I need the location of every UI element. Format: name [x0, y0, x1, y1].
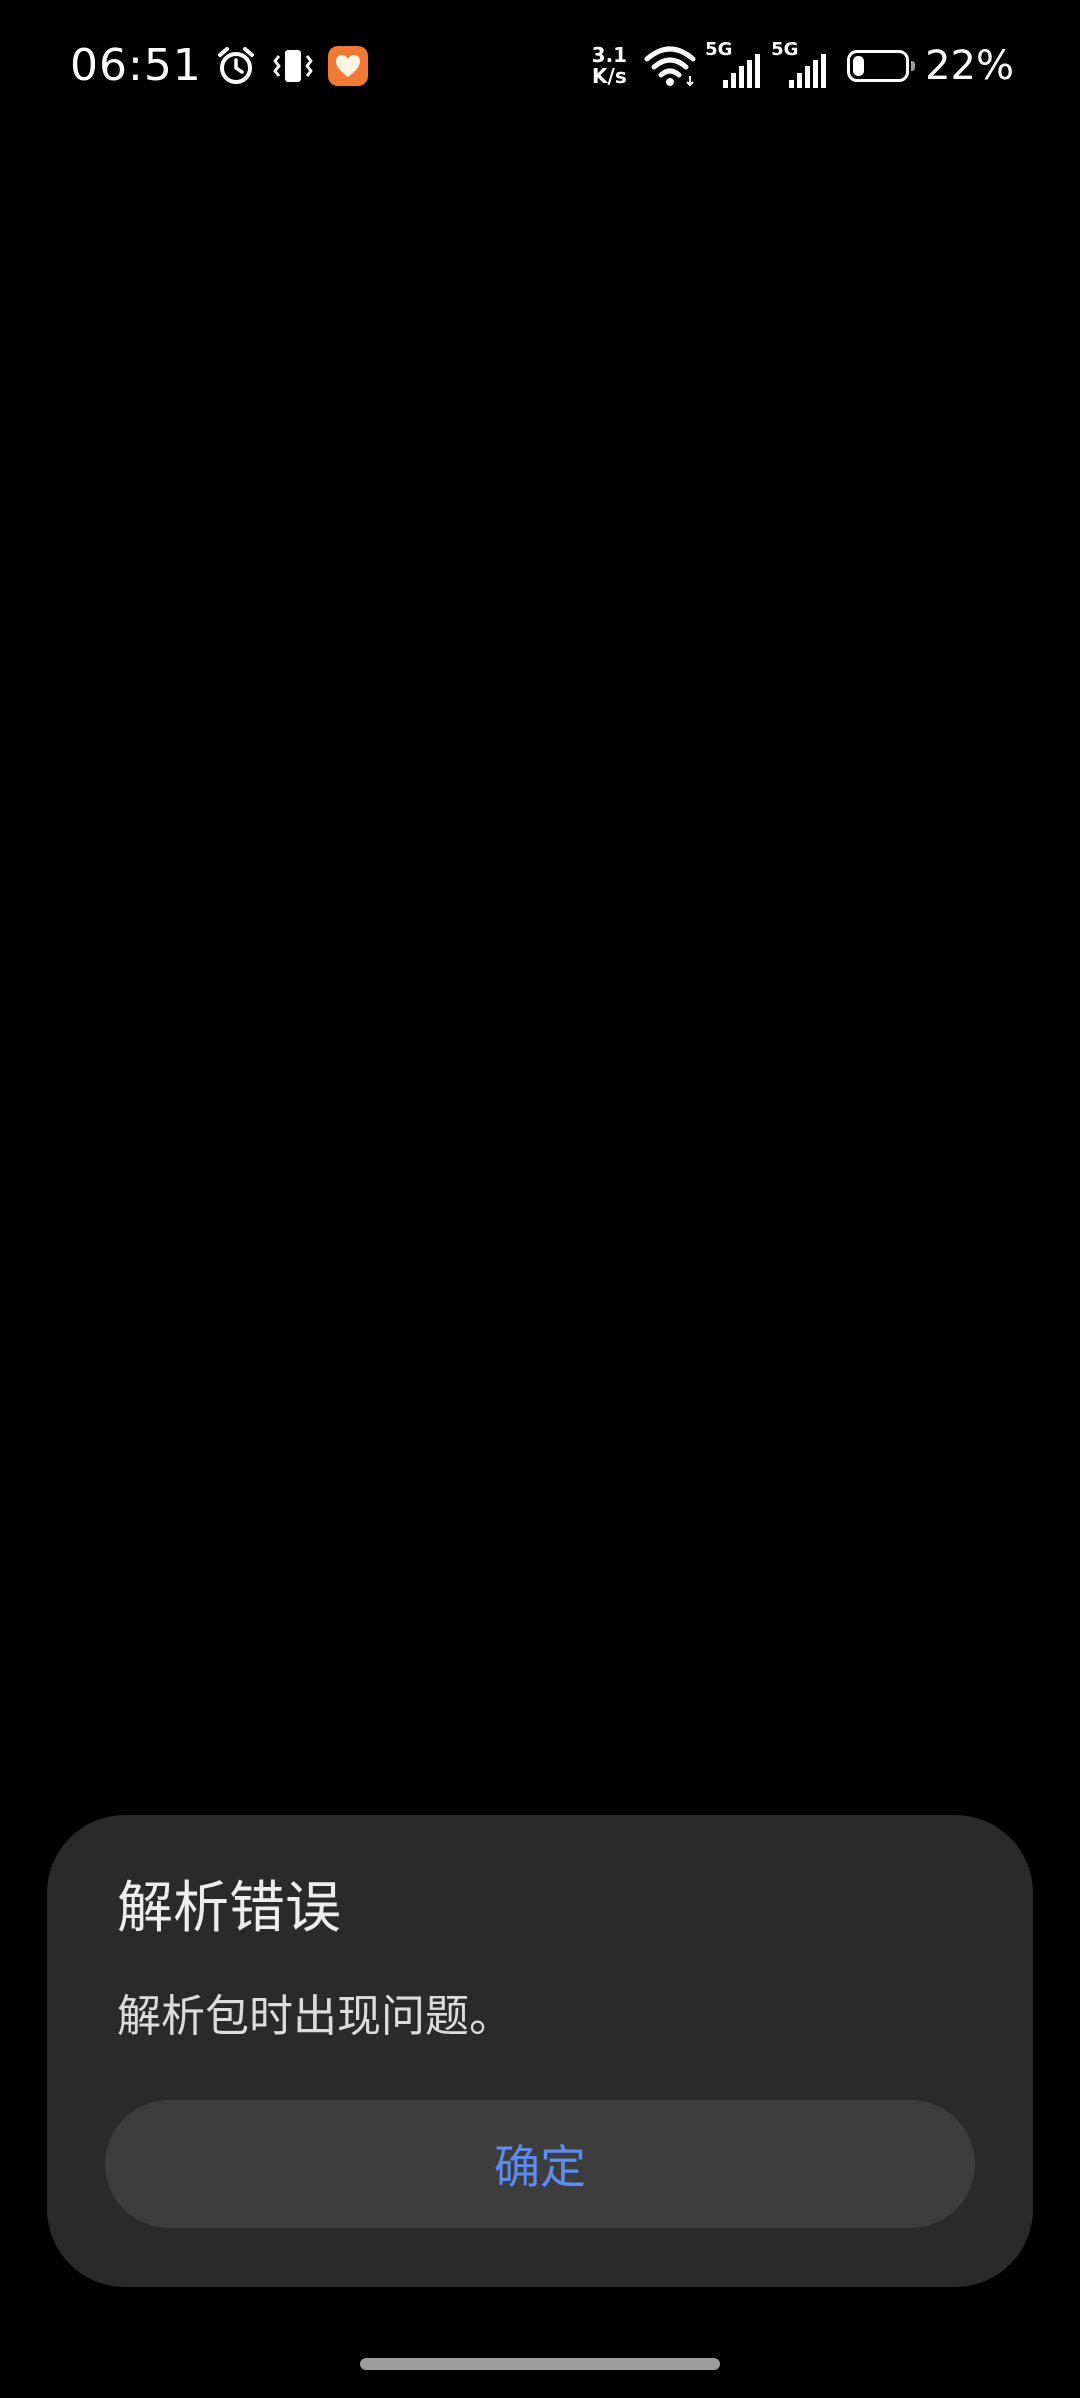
signal-sim2: 5G [771, 40, 829, 88]
net-speed-value: 3.1 [591, 43, 628, 67]
signal-sim1: 5G [705, 40, 763, 88]
net-speed-unit: K/s [592, 64, 627, 88]
status-time: 06:51 [70, 40, 202, 91]
status-left: 06:51 [70, 36, 368, 96]
parse-error-dialog: 解析错误 解析包时出现问题。 确定 [47, 1815, 1033, 2287]
signal-icon [789, 54, 827, 88]
alarm-icon [216, 46, 256, 86]
dialog-title: 解析错误 [117, 1876, 341, 1941]
battery-percent: 22% [925, 43, 1014, 89]
status-right: 3.1 K/s 5G 5G 22% [592, 36, 1014, 96]
dialog-message: 解析包时出现问题。 [117, 1991, 513, 2042]
app-heart-icon [327, 46, 368, 86]
wifi-icon [643, 45, 697, 87]
signal-icon [723, 54, 761, 88]
vibrate-icon [270, 46, 316, 86]
net-speed: 3.1 K/s [592, 45, 627, 87]
screen: 06:51 3.1 K/s 5G 5G 22% 解析错误 解析包时出现问题。 确… [0, 0, 1080, 2398]
confirm-button[interactable]: 确定 [105, 2100, 975, 2228]
battery-level-fill [853, 56, 865, 76]
home-indicator[interactable] [360, 2358, 720, 2370]
battery-icon [847, 50, 916, 82]
status-bar: 06:51 3.1 K/s 5G 5G 22% [0, 0, 1080, 132]
